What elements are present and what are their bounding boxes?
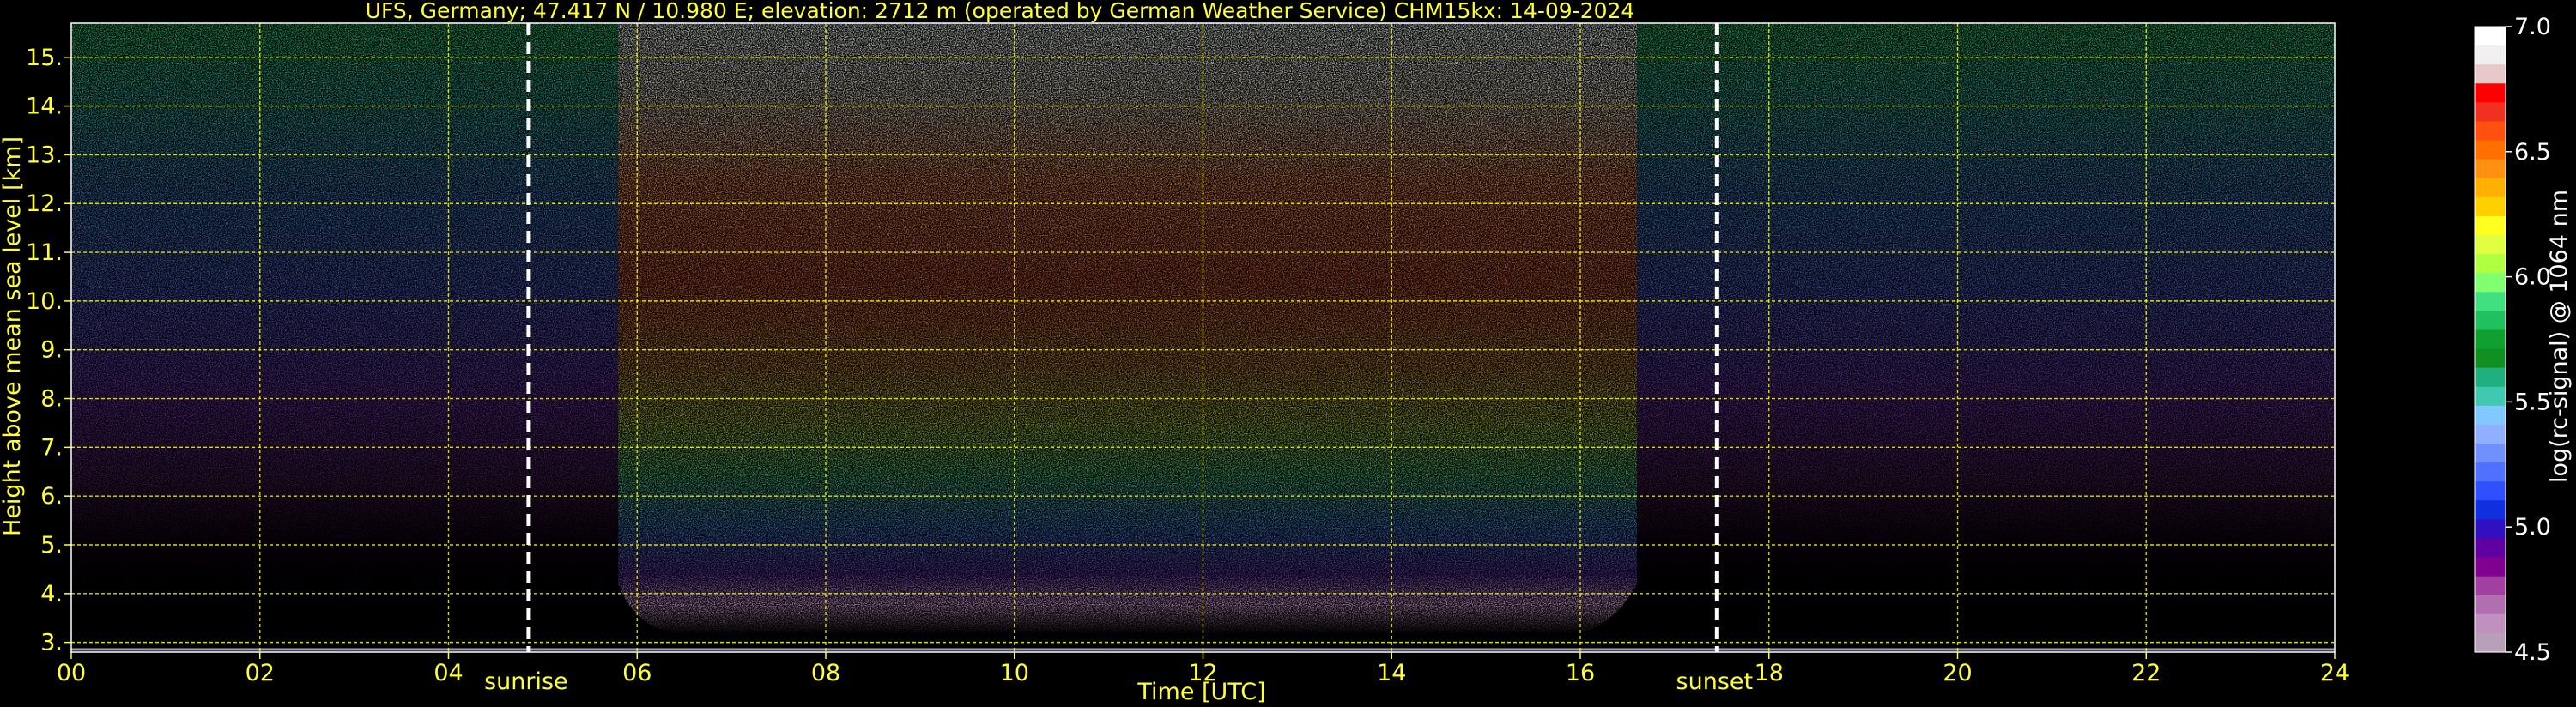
colorbar-swatch [2475, 538, 2506, 559]
colorbar-swatch [2475, 140, 2506, 160]
colorbar-swatch [2475, 178, 2506, 198]
y-tick-label: 11. [26, 239, 63, 266]
colorbar-swatch [2475, 386, 2506, 407]
y-axis-label: Height above mean sea level [km] [0, 136, 26, 536]
y-tick-label: 10. [26, 288, 63, 315]
y-tick-label: 14. [26, 94, 63, 120]
colorbar-swatch [2475, 613, 2506, 634]
colorbar-swatch [2475, 83, 2506, 103]
colorbar-swatch [2475, 121, 2506, 142]
colorbar-swatch [2475, 196, 2506, 217]
colorbar-swatch [2475, 348, 2506, 369]
colorbar-swatch [2475, 254, 2506, 274]
x-tick-label: 06 [622, 660, 652, 686]
colorbar-tick-label: 4.5 [2514, 639, 2551, 666]
sunrise-label: sunrise [484, 668, 568, 695]
colorbar-swatch [2475, 424, 2506, 444]
y-tick-label: 6. [40, 483, 63, 510]
chart-title: UFS, Germany; 47.417 N / 10.980 E; eleva… [366, 0, 1635, 23]
y-tick-label: 4. [40, 581, 63, 607]
colorbar-swatch [2475, 45, 2506, 65]
x-tick-label: 02 [245, 660, 275, 686]
y-tick-label: 3. [40, 630, 63, 656]
x-tick-label: 16 [1566, 660, 1595, 686]
x-tick-label: 18 [1755, 660, 1784, 686]
colorbar-swatch [2475, 292, 2506, 311]
ceilometer-chart: 3. 4. 5. 6. 7. 8. 9. 10. 11. 12. 13. 14. 15. 00 02 04 06… [0, 0, 2573, 705]
colorbar-label: log(rc-signal) @ 1064 nm [2546, 190, 2573, 483]
x-tick-label: 10 [1000, 660, 1029, 686]
x-axis-label: Time [UTC] [1136, 679, 1265, 705]
y-tick-label: 5. [40, 532, 63, 559]
colorbar-swatch [2475, 159, 2506, 179]
x-tick-label: 20 [1943, 660, 1972, 686]
sunset-label: sunset [1676, 668, 1754, 695]
colorbar-swatch [2475, 311, 2506, 331]
colorbar-swatch [2475, 102, 2506, 123]
colorbar-swatch [2475, 632, 2506, 653]
y-tick-label: 15. [26, 45, 63, 71]
colorbar-tick-label: 5.0 [2514, 514, 2551, 541]
signal-day [618, 23, 1637, 636]
x-tick-label: 24 [2320, 660, 2349, 686]
colorbar-swatch [2475, 215, 2506, 236]
colorbar-swatch [2475, 444, 2506, 463]
colorbar-swatch [2475, 405, 2506, 426]
colorbar-swatch [2475, 595, 2506, 615]
x-tick-label: 14 [1377, 660, 1406, 686]
colorbar-swatch [2475, 500, 2506, 520]
colorbar-swatch [2475, 519, 2506, 540]
colorbar-swatch [2475, 462, 2506, 482]
y-tick-label: 13. [26, 142, 63, 168]
colorbar: 7.06.56.05.55.04.5 [2474, 14, 2551, 666]
x-tick-label: 00 [57, 660, 86, 686]
colorbar-swatch [2475, 235, 2506, 255]
colorbar-swatch [2475, 273, 2506, 293]
colorbar-swatch [2475, 64, 2506, 84]
y-tick-label: 7. [40, 434, 63, 461]
colorbar-tick-label: 6.5 [2514, 139, 2551, 166]
colorbar-swatch [2475, 481, 2506, 501]
colorbar-tick-label: 7.0 [2514, 14, 2551, 40]
colorbar-swatch [2475, 367, 2506, 388]
x-tick-label: 08 [811, 660, 840, 686]
colorbar-swatch [2475, 557, 2506, 577]
colorbar-swatch [2475, 576, 2506, 596]
colorbar-swatch [2475, 27, 2506, 46]
x-tick-label: 04 [433, 660, 463, 686]
x-tick-label: 22 [2131, 660, 2161, 686]
y-tick-label: 9. [40, 337, 63, 364]
y-tick-label: 12. [26, 190, 63, 217]
colorbar-swatch [2475, 329, 2506, 350]
y-tick-label: 8. [40, 386, 63, 413]
